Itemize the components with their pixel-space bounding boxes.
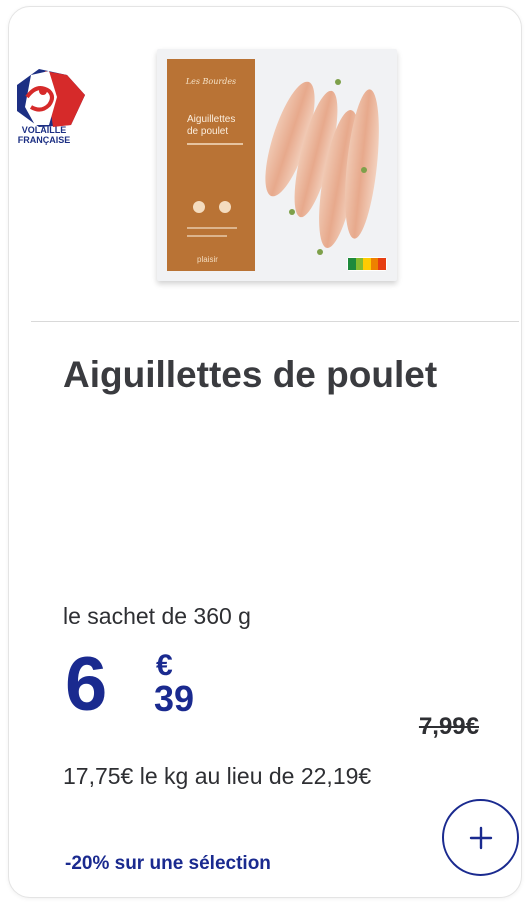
- package-text-line: [187, 235, 227, 237]
- badge-line-2: FRANÇAISE: [17, 135, 71, 145]
- price-integer: 6: [65, 642, 108, 727]
- badge-line-1: VOLAILLE: [21, 125, 67, 135]
- divider: [31, 321, 519, 322]
- volaille-francaise-logo: VOLAILLE FRANÇAISE: [9, 67, 91, 157]
- herb-garnish: [335, 79, 341, 85]
- package-product-name: Aiguillettes de poulet: [187, 114, 235, 138]
- package-brand: Les Bourdes: [185, 77, 237, 86]
- product-title: Aiguillettes de poulet: [63, 354, 438, 395]
- unit-price: 17,75€ le kg au lieu de 22,19€: [63, 763, 372, 789]
- promo-text: -20% sur une sélection: [65, 853, 271, 874]
- herb-garnish: [289, 209, 295, 215]
- badge-label: VOLAILLE FRANÇAISE: [9, 125, 79, 145]
- package-name-line-1: Aiguillettes: [187, 114, 236, 125]
- plus-icon: [469, 826, 492, 849]
- add-to-cart-button[interactable]: [442, 799, 519, 876]
- product-image: Les Bourdes Aiguillettes de poulet plais…: [157, 49, 397, 281]
- package-badge-icon: [219, 201, 231, 213]
- package-logo: plaisir: [197, 255, 218, 264]
- package-name-line-2: de poulet: [187, 126, 229, 137]
- package-label: Les Bourdes Aiguillettes de poulet plais…: [167, 59, 255, 271]
- herb-garnish: [361, 167, 367, 173]
- package-badge-icon: [193, 201, 205, 213]
- price-currency: €: [156, 649, 173, 682]
- package-text-line: [187, 227, 237, 229]
- nutriscore-icon: [347, 257, 387, 271]
- price-cents: 39: [154, 678, 195, 719]
- package-subtext: [187, 143, 243, 145]
- herb-garnish: [317, 249, 323, 255]
- product-size: le sachet de 360 g: [63, 603, 251, 629]
- product-card[interactable]: VOLAILLE FRANÇAISE Les Bourdes Aiguillet…: [8, 6, 522, 898]
- old-price: 7,99€: [418, 713, 479, 740]
